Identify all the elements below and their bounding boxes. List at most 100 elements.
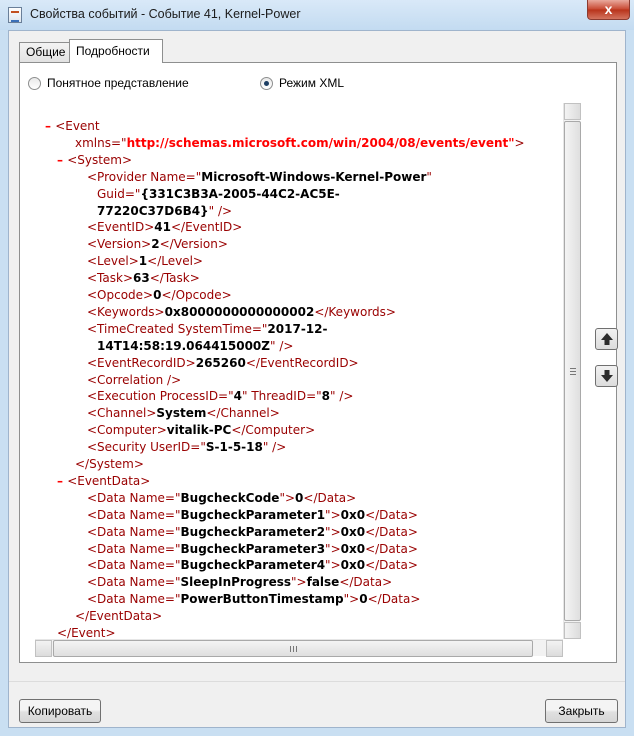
friendly-view-label: Понятное представление bbox=[47, 76, 189, 90]
previous-event-button[interactable] bbox=[595, 328, 618, 350]
xml-tag-text: <Opcode> bbox=[87, 288, 154, 302]
xml-line: <Level>1</Level> bbox=[87, 253, 203, 270]
xml-content-view[interactable]: – <Event xmlns="http://schemas.microsoft.… bbox=[35, 103, 563, 639]
xml-tag-text: <Channel> bbox=[87, 406, 157, 421]
xml-view-option[interactable]: Режим XML bbox=[260, 75, 344, 91]
scroll-left-button[interactable] bbox=[35, 640, 52, 657]
xml-line: <Correlation /> bbox=[87, 372, 181, 389]
xml-tag-text: " /> bbox=[262, 440, 287, 455]
xml-tag-text: <Execution ProcessID=" bbox=[87, 389, 234, 404]
xml-val-text: 14T14:58:19.064415000Z bbox=[97, 338, 270, 353]
xml-tag-text: " /> bbox=[208, 203, 233, 218]
collapse-toggle[interactable]: – bbox=[45, 119, 55, 133]
xml-val-text: 1 bbox=[138, 254, 148, 269]
xml-line: <Data Name="PowerButtonTimestamp">0</Dat… bbox=[87, 591, 420, 608]
vertical-grip-icon bbox=[570, 368, 576, 375]
xml-tag-text: "> bbox=[325, 507, 341, 522]
close-button[interactable]: Закрыть bbox=[545, 699, 618, 723]
xml-tag-text: </Data> bbox=[367, 592, 421, 607]
xml-tag-text: </EventData> bbox=[75, 609, 163, 624]
horizontal-scroll-thumb[interactable] bbox=[53, 640, 533, 657]
xml-val-text: 0x0 bbox=[340, 541, 366, 556]
vertical-scrollbar[interactable] bbox=[563, 103, 581, 639]
xml-line: <Data Name="BugcheckCode">0</Data> bbox=[87, 490, 356, 507]
xml-val-text: PowerButtonTimestamp bbox=[180, 592, 344, 607]
xml-tag-text: "> bbox=[325, 524, 341, 539]
xml-tag-text: <Data Name=" bbox=[87, 558, 181, 573]
window-close-button[interactable]: x bbox=[587, 0, 630, 20]
collapse-toggle[interactable]: – bbox=[57, 153, 67, 167]
xml-val-text: 2017-12- bbox=[267, 321, 328, 336]
xml-line: <Data Name="BugcheckParameter1">0x0</Dat… bbox=[87, 507, 418, 524]
details-tab-panel: Понятное представление Режим XML – <Even… bbox=[19, 62, 617, 663]
xml-line: <Security UserID="S-1-5-18" /> bbox=[87, 439, 286, 456]
tab-details[interactable]: Подробности bbox=[69, 39, 163, 63]
xml-tag-text: "> bbox=[279, 490, 296, 505]
xml-tag-text: xmlns=" bbox=[75, 135, 127, 150]
xml-val-text: {331C3B3A-2005-44C2-AC5E- bbox=[140, 186, 340, 201]
xml-line: <EventRecordID>265260</EventRecordID> bbox=[87, 355, 359, 372]
scroll-up-button[interactable] bbox=[564, 103, 581, 120]
xml-line: – <EventData> bbox=[57, 473, 150, 490]
xml-val-text: S-1-5-18 bbox=[205, 440, 263, 455]
xml-line: 14T14:58:19.064415000Z" /> bbox=[97, 338, 293, 355]
friendly-view-radio[interactable] bbox=[28, 76, 41, 90]
xml-tag-text: Guid=" bbox=[97, 186, 141, 201]
friendly-view-option[interactable]: Понятное представление bbox=[28, 75, 189, 91]
xml-tag-text: "> bbox=[291, 575, 307, 590]
xml-tag-text: </Version> bbox=[159, 237, 228, 252]
xml-val-text: 0 bbox=[359, 592, 368, 607]
xml-line: <Task>63</Task> bbox=[87, 270, 200, 287]
horizontal-grip-icon bbox=[290, 646, 297, 652]
xml-tag-text: </Data> bbox=[365, 524, 418, 539]
xml-tag-text: <System> bbox=[67, 152, 133, 167]
xml-line: <EventID>41</EventID> bbox=[87, 219, 242, 236]
xml-val-text: BugcheckParameter4 bbox=[180, 558, 326, 573]
xml-tag-text: > bbox=[514, 135, 525, 150]
xml-tag-text: <Data Name=" bbox=[87, 575, 181, 590]
xml-line: <Data Name="SleepInProgress">false</Data… bbox=[87, 574, 392, 591]
xml-line: 77220C37D6B4}" /> bbox=[97, 203, 232, 220]
xml-tag-text: </Task> bbox=[149, 271, 200, 286]
xml-line: <Keywords>0x8000000000000002</Keywords> bbox=[87, 304, 396, 321]
scroll-down-button[interactable] bbox=[564, 622, 581, 639]
copy-button[interactable]: Копировать bbox=[19, 699, 101, 723]
xml-line: <Data Name="BugcheckParameter2">0x0</Dat… bbox=[87, 524, 418, 541]
xml-line: </System> bbox=[75, 456, 144, 473]
horizontal-scrollbar[interactable] bbox=[35, 639, 563, 657]
xml-tag-text: </Data> bbox=[365, 507, 418, 522]
xml-tag-text: <Computer> bbox=[87, 423, 167, 438]
xml-tag-text: </Level> bbox=[147, 254, 203, 269]
xml-tag-text: <Event bbox=[55, 119, 100, 133]
xml-tag-text: "> bbox=[325, 558, 341, 573]
xml-tag-text: </Data> bbox=[339, 575, 393, 590]
xml-tag-text: </EventID> bbox=[170, 220, 243, 235]
scroll-right-button[interactable] bbox=[546, 640, 563, 657]
xml-tag-text: </Keywords> bbox=[314, 304, 396, 319]
xml-tag-text: </Data> bbox=[365, 558, 418, 573]
xml-view-radio[interactable] bbox=[260, 76, 273, 90]
xml-tag-text: " /> bbox=[270, 338, 294, 353]
event-properties-dialog: Общие Подробности Понятное представление… bbox=[8, 30, 626, 728]
xml-tag-text: <Data Name=" bbox=[87, 507, 181, 522]
xml-tag-text: " /> bbox=[330, 389, 354, 404]
next-event-button[interactable] bbox=[595, 365, 618, 387]
xml-tag-text: " bbox=[426, 169, 432, 184]
xml-val-text: BugcheckCode bbox=[180, 490, 280, 505]
xml-tag-text: <Data Name=" bbox=[87, 524, 181, 539]
xml-val-text: vitalik-PC bbox=[166, 423, 232, 438]
xml-tag-text: <TimeCreated SystemTime=" bbox=[87, 321, 268, 336]
xml-tag-text: <Data Name=" bbox=[87, 490, 181, 505]
xml-tag-text: <Version> bbox=[87, 237, 152, 252]
collapse-toggle[interactable]: – bbox=[57, 474, 67, 488]
xml-line: – <Event bbox=[45, 118, 100, 135]
vertical-scroll-thumb[interactable] bbox=[564, 121, 581, 621]
xml-val-text: 63 bbox=[133, 271, 150, 286]
xml-line: <Version>2</Version> bbox=[87, 236, 228, 253]
xml-tag-text: </EventRecordID> bbox=[245, 355, 359, 370]
xml-line: <Provider Name="Microsoft-Windows-Kernel… bbox=[87, 169, 432, 186]
tab-general[interactable]: Общие bbox=[19, 42, 70, 63]
xml-val-text: 77220C37D6B4} bbox=[97, 203, 209, 218]
xml-val-text: BugcheckParameter3 bbox=[180, 541, 326, 556]
xml-tag-text: <Task> bbox=[87, 271, 134, 286]
